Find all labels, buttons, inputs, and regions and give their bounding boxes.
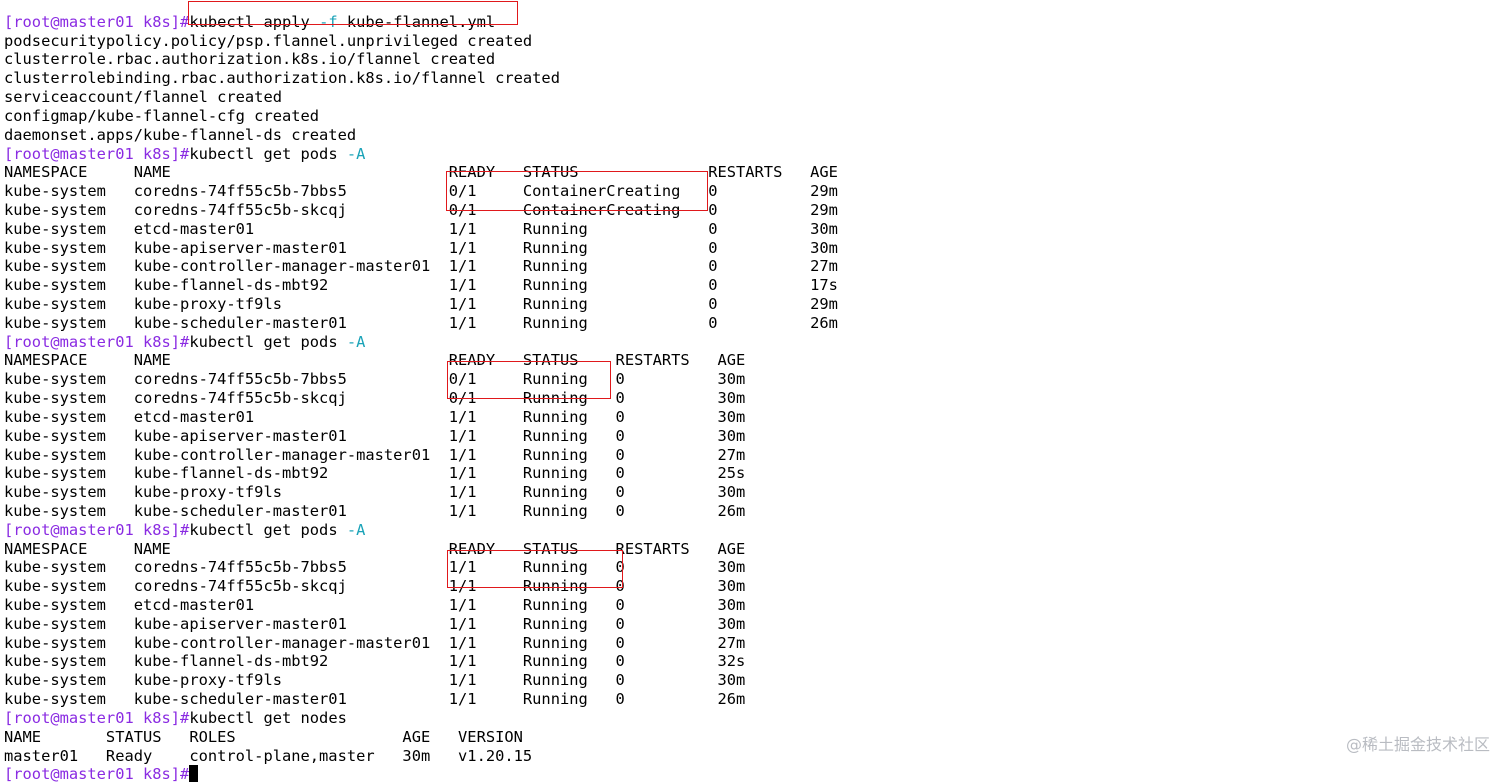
output-line: kube-system kube-scheduler-master01 1/1 … xyxy=(4,690,746,709)
output-line: kube-system coredns-74ff55c5b-7bbs5 1/1 … xyxy=(4,558,746,577)
output-line: kube-system kube-apiserver-master01 1/1 … xyxy=(4,426,746,445)
shell-prompt: [root@master01 k8s]# xyxy=(4,12,190,31)
shell-prompt: [root@master01 k8s]# xyxy=(4,765,190,784)
output-line: kube-system kube-apiserver-master01 1/1 … xyxy=(4,614,746,633)
output-line: kube-system kube-proxy-tf9ls 1/1 Running… xyxy=(4,295,838,313)
output-line: kube-system etcd-master01 1/1 Running 0 … xyxy=(4,407,746,426)
output-line: kube-system coredns-74ff55c5b-7bbs5 0/1 … xyxy=(4,182,838,201)
output-line: podsecuritypolicy.policy/psp.flannel.unp… xyxy=(4,31,533,50)
command-line: [root@master01 k8s]# xyxy=(4,765,1504,784)
output-line: kube-system kube-proxy-tf9ls 1/1 Running… xyxy=(4,483,746,502)
command-argument: kube-flannel.yml xyxy=(337,12,496,31)
terminal-output: [root@master01 k8s]#kubectl apply -f kub… xyxy=(4,0,1504,784)
output-line: kube-system coredns-74ff55c5b-7bbs5 0/1 … xyxy=(4,370,746,389)
command-line: [root@master01 k8s]#kubectl get pods -A xyxy=(4,333,1504,352)
output-line: kube-system kube-flannel-ds-mbt92 1/1 Ru… xyxy=(4,276,838,295)
output-line: daemonset.apps/kube-flannel-ds created xyxy=(4,125,357,144)
output-line: kube-system kube-flannel-ds-mbt92 1/1 Ru… xyxy=(4,652,746,671)
output-line: kube-system etcd-master01 1/1 Running 0 … xyxy=(4,596,746,614)
command-text: kubectl get pods xyxy=(189,144,347,163)
output-line: kube-system etcd-master01 1/1 Running 0 … xyxy=(4,219,838,238)
terminal-cursor[interactable] xyxy=(189,765,199,783)
output-line: kube-system kube-controller-manager-mast… xyxy=(4,633,746,652)
shell-prompt: [root@master01 k8s]# xyxy=(4,144,190,163)
command-line: [root@master01 k8s]#kubectl get pods -A xyxy=(4,145,1504,164)
output-line: kube-system kube-flannel-ds-mbt92 1/1 Ru… xyxy=(4,464,746,483)
output-line: kube-system kube-scheduler-master01 1/1 … xyxy=(4,313,838,332)
output-line: kube-system kube-apiserver-master01 1/1 … xyxy=(4,238,838,257)
command-flag: -A xyxy=(346,144,366,163)
command-flag: -A xyxy=(346,520,366,539)
command-line: [root@master01 k8s]#kubectl get nodes xyxy=(4,709,1504,728)
command-flag: -f xyxy=(319,12,338,31)
output-line: clusterrole.rbac.authorization.k8s.io/fl… xyxy=(4,50,496,69)
shell-prompt: [root@master01 k8s]# xyxy=(4,708,190,727)
command-line: [root@master01 k8s]#kubectl get pods -A xyxy=(4,521,1504,540)
output-line: NAMESPACE NAME READY STATUS RESTARTS AGE xyxy=(4,351,746,370)
output-line: NAMESPACE NAME READY STATUS RESTARTS AGE xyxy=(4,163,838,182)
output-line: serviceaccount/flannel created xyxy=(4,88,282,107)
output-line: NAMESPACE NAME READY STATUS RESTARTS AGE xyxy=(4,539,746,558)
output-line: kube-system kube-controller-manager-mast… xyxy=(4,257,838,276)
command-line: [root@master01 k8s]#kubectl apply -f kub… xyxy=(4,13,1504,32)
output-line: kube-system kube-scheduler-master01 1/1 … xyxy=(4,501,746,520)
output-line: kube-system coredns-74ff55c5b-skcqj 0/1 … xyxy=(4,389,746,408)
output-line: kube-system kube-proxy-tf9ls 1/1 Running… xyxy=(4,671,746,690)
command-flag: -A xyxy=(346,332,366,351)
command-text: kubectl get nodes xyxy=(189,708,347,727)
shell-prompt: [root@master01 k8s]# xyxy=(4,332,190,351)
output-line: kube-system kube-controller-manager-mast… xyxy=(4,445,746,464)
command-text: kubectl apply xyxy=(189,12,320,31)
output-line: master01 Ready control-plane,master 30m … xyxy=(4,746,533,765)
terminal-window[interactable]: { "terminal": { "prompt": "[root@master0… xyxy=(0,0,1512,783)
output-line: kube-system coredns-74ff55c5b-skcqj 0/1 … xyxy=(4,200,838,219)
shell-prompt: [root@master01 k8s]# xyxy=(4,520,190,539)
output-line: configmap/kube-flannel-cfg created xyxy=(4,106,320,125)
command-text: kubectl get pods xyxy=(189,520,347,539)
watermark: @稀土掘金技术社区 xyxy=(1345,735,1490,754)
command-text: kubectl get pods xyxy=(189,332,347,351)
output-line: NAME STATUS ROLES AGE VERSION xyxy=(4,727,523,746)
output-line: clusterrolebinding.rbac.authorization.k8… xyxy=(4,69,560,88)
output-line: kube-system coredns-74ff55c5b-skcqj 1/1 … xyxy=(4,577,746,596)
